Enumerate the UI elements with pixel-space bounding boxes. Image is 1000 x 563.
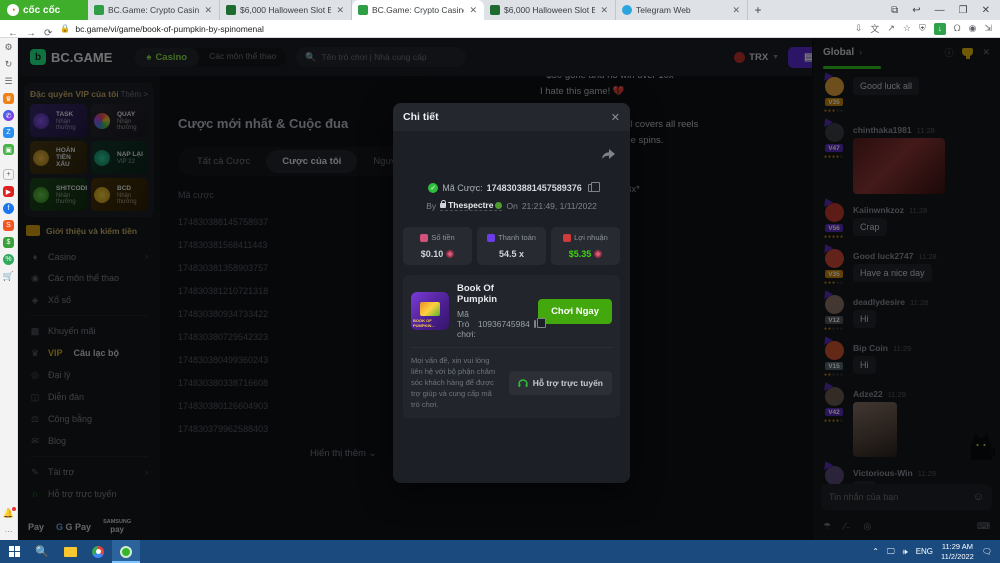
- history-icon[interactable]: ↻: [3, 59, 14, 70]
- chrome-taskbar-icon[interactable]: [84, 540, 112, 563]
- idm-download-icon[interactable]: ↓: [934, 23, 946, 35]
- lock-icon: [440, 203, 446, 208]
- bookmark-star-icon[interactable]: ☆: [903, 23, 911, 34]
- verified-icon: ✓: [428, 183, 438, 193]
- amount-icon: [420, 234, 428, 242]
- coccoc-side-rail: ⚙ ↻ ☰ ♛ ✆ Z ▣ + ▶ f S $ % 🛒 🔔 ⋯: [0, 38, 18, 540]
- copy-icon[interactable]: [534, 320, 536, 328]
- coccoc-brand: cốc cốc: [23, 5, 60, 16]
- volume-icon[interactable]: 🕪: [903, 547, 908, 557]
- bet-datetime: 21:21:49, 1/11/2022: [522, 201, 597, 211]
- action-center-icon[interactable]: 🗨: [982, 547, 992, 556]
- taskbar-search-icon[interactable]: 🔍: [28, 540, 56, 563]
- start-button[interactable]: [0, 540, 28, 563]
- gem-icon: [594, 250, 602, 258]
- add-shortcut-icon[interactable]: +: [3, 169, 14, 180]
- tab-favicon: [622, 5, 632, 15]
- windows-taskbar: 🔍 ⌃ 🖵 🕪 ENG 11:29 AM11/2/2022 🗨: [0, 540, 1000, 563]
- tab-close-icon[interactable]: ✕: [335, 5, 345, 16]
- copy-icon[interactable]: [588, 184, 595, 192]
- browser-tab[interactable]: BC.Game: Crypto Casino Gam ✕: [88, 0, 220, 20]
- download-page-icon[interactable]: ⇩: [855, 23, 863, 34]
- browser-address-bar: ← → ⟳ 🔒 bc.game/vi/game/book-of-pumpkin-…: [0, 20, 1000, 38]
- language-indicator[interactable]: ENG: [916, 547, 933, 556]
- tab-close-icon[interactable]: ✕: [599, 5, 609, 16]
- cast-icon[interactable]: ⧉: [891, 5, 898, 16]
- tab-favicon: [94, 5, 104, 15]
- messenger-icon[interactable]: ✆: [3, 110, 14, 121]
- settings-gear-icon[interactable]: ⚙: [3, 42, 14, 53]
- share-bet-icon[interactable]: [600, 147, 616, 161]
- downloads-tray-icon[interactable]: ⇲: [984, 23, 992, 34]
- bet-details-modal: Chi tiết ✕ ✓ Mã Cược: 174830388145758937…: [393, 103, 630, 483]
- url-text: bc.game/vi/game/book-of-pumpkin-by-spino…: [75, 24, 264, 34]
- tab-favicon: [226, 5, 236, 15]
- lock-icon: 🔒: [60, 24, 70, 33]
- games-gamepad-icon[interactable]: ▣: [3, 144, 14, 155]
- close-button[interactable]: ✕: [982, 5, 990, 16]
- turtle-emoji-icon: [495, 202, 502, 209]
- tab-favicon: [358, 5, 368, 15]
- tab-close-icon[interactable]: ✕: [468, 5, 478, 16]
- facebook-icon[interactable]: f: [3, 203, 14, 214]
- cart-icon[interactable]: 🛒: [3, 271, 14, 282]
- shopee-icon[interactable]: S: [3, 220, 14, 231]
- browser-tab-bar: ◔ cốc cốc BC.Game: Crypto Casino Gam ✕ $…: [0, 0, 1000, 20]
- tab-favicon: [490, 5, 500, 15]
- zalo-icon[interactable]: Z: [3, 127, 14, 138]
- browser-tab[interactable]: $6,000 Halloween Slot Battle ✕: [220, 0, 352, 20]
- game-thumbnail[interactable]: BOOK OF PUMPKIN...: [411, 292, 449, 330]
- money-app-icon[interactable]: $: [3, 237, 14, 248]
- minimize-button[interactable]: —: [935, 5, 945, 16]
- youtube-icon[interactable]: ▶: [3, 186, 14, 197]
- deal-icon[interactable]: %: [3, 254, 14, 265]
- live-support-button[interactable]: Hỗ trợ trực tuyến: [509, 371, 612, 395]
- maximize-button[interactable]: ❐: [959, 5, 968, 16]
- bettor-username[interactable]: Thespectre: [440, 200, 502, 211]
- coccoc-taskbar-icon[interactable]: [112, 540, 140, 563]
- new-tab-button[interactable]: +: [748, 0, 768, 20]
- game-id-value: 10936745984: [478, 319, 530, 329]
- adblock-shield-icon[interactable]: ⛨: [919, 23, 926, 34]
- bet-id-value: 1748303881457589376: [487, 183, 582, 193]
- modal-close-icon[interactable]: ✕: [611, 111, 620, 124]
- bcgame-page: b BC.GAME ♠ Casino Các môn thể thao 🔍 TR…: [18, 38, 1000, 540]
- browser-tab-active[interactable]: BC.Game: Crypto Casino Gam ✕: [352, 0, 484, 20]
- tray-chevron-icon[interactable]: ⌃: [872, 547, 879, 556]
- headset-icon: [518, 379, 528, 388]
- notification-bell-icon[interactable]: 🔔: [3, 508, 14, 519]
- coccoc-logo-icon: ◔: [7, 4, 19, 16]
- restore-tab-icon[interactable]: ↩: [912, 5, 920, 16]
- network-icon[interactable]: 🖵: [887, 547, 895, 557]
- clock[interactable]: 11:29 AM11/2/2022: [941, 542, 974, 562]
- tab-close-icon[interactable]: ✕: [731, 5, 741, 16]
- modal-title: Chi tiết: [403, 111, 439, 123]
- game-title: Book Of Pumpkin: [457, 283, 530, 305]
- url-field[interactable]: 🔒 bc.game/vi/game/book-of-pumpkin-by-spi…: [60, 22, 846, 35]
- play-now-button[interactable]: Chơi Ngay: [538, 299, 612, 324]
- payout-icon: [487, 234, 495, 242]
- newsfeed-icon[interactable]: ☰: [3, 76, 14, 87]
- file-explorer-icon[interactable]: [56, 540, 84, 563]
- profit-icon: [563, 234, 571, 242]
- more-options-icon[interactable]: ⋯: [5, 527, 13, 536]
- share-icon[interactable]: ↗: [887, 23, 895, 34]
- profile-icon[interactable]: ◉: [969, 23, 977, 34]
- crown-vip-icon[interactable]: ♛: [3, 93, 14, 104]
- back-icon[interactable]: ←: [8, 28, 18, 39]
- support-note: Mọi vấn đề, xin vui lòng liên hệ với bộ …: [411, 356, 501, 410]
- browser-tab[interactable]: Telegram Web ✕: [616, 0, 748, 20]
- stat-payout: Thanh toán 54.5 x: [477, 227, 546, 265]
- tab-close-icon[interactable]: ✕: [203, 5, 213, 16]
- translate-icon[interactable]: 文: [870, 22, 879, 35]
- forward-icon[interactable]: →: [26, 28, 36, 39]
- stat-profit: Lợi nhuận $5.35: [551, 227, 620, 265]
- coccoc-menu-button[interactable]: ◔ cốc cốc: [0, 0, 88, 20]
- gem-icon: [446, 250, 454, 258]
- stat-amount: Số tiền $0.10: [403, 227, 472, 265]
- reload-icon[interactable]: ⟳: [44, 28, 52, 39]
- game-card: BOOK OF PUMPKIN... Book Of Pumpkin Mã Tr…: [403, 275, 620, 418]
- browser-tab[interactable]: $6,000 Halloween Slot Battle ✕: [484, 0, 616, 20]
- extension-icon[interactable]: ᘯ: [954, 23, 961, 34]
